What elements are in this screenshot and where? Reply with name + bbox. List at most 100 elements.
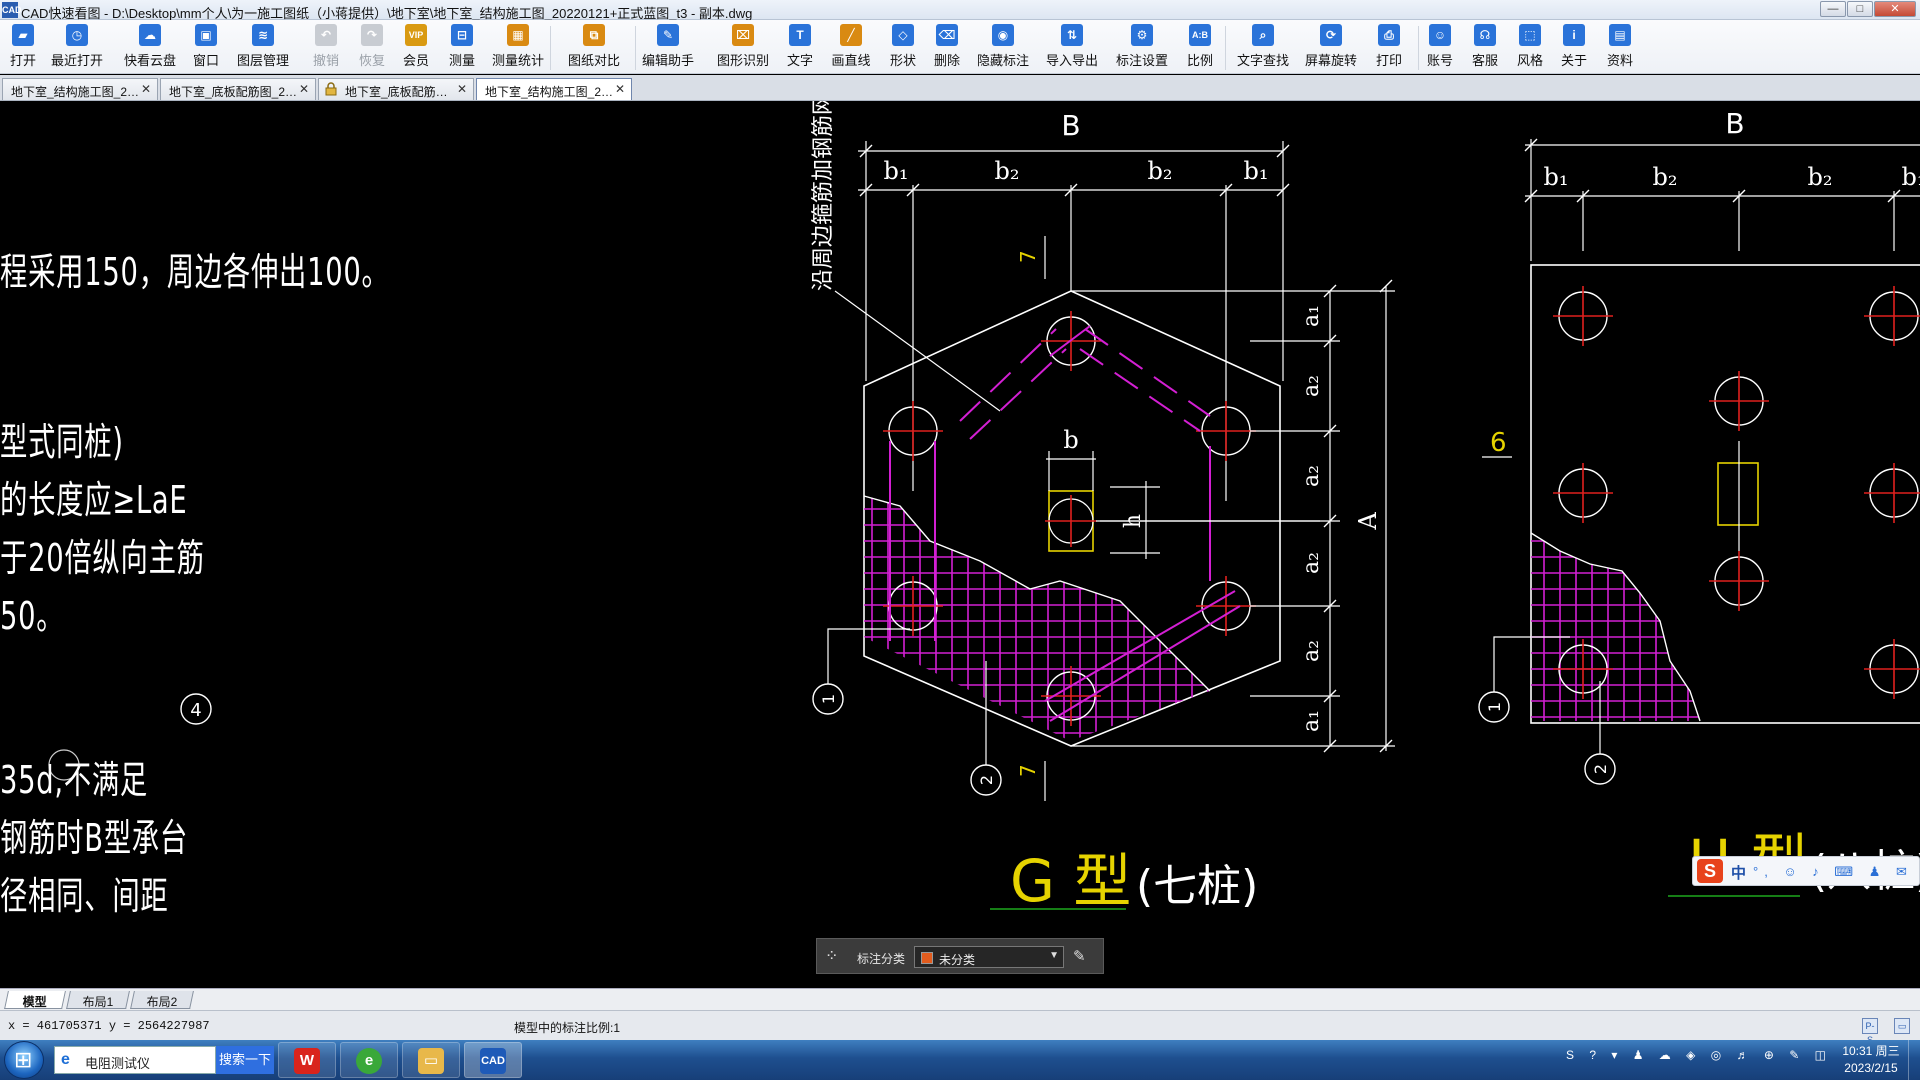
svg-text:2: 2 (977, 775, 996, 785)
toolbar-button-ruler[interactable]: ⊟ 测量 (444, 24, 480, 72)
toolbar-label: 测量统计 (491, 53, 544, 68)
toolbar-button-shape[interactable]: ◇ 形状 (885, 24, 921, 72)
toolbar-label: 图层管理 (236, 53, 289, 68)
toolbar-button-style[interactable]: ⬚ 风格 (1512, 24, 1548, 72)
toolbar-button-docs[interactable]: ▤ 资料 (1602, 24, 1638, 72)
toolbar-button-layers[interactable]: ≋ 图层管理 (232, 24, 294, 72)
toolbar-button-compare[interactable]: ⧉ 图纸对比 (563, 24, 625, 72)
docs-icon: ▤ (1609, 24, 1631, 46)
toolbar-label: 资料 (1606, 53, 1633, 68)
toolbar-button-redo[interactable]: ↷ 恢复 (354, 24, 390, 72)
toolbar-button-annotation-settings[interactable]: ⚙ 标注设置 (1111, 24, 1173, 72)
layers-icon: ≋ (252, 24, 274, 46)
chevron-down-icon: ▼ (1049, 950, 1059, 961)
toolbar-button-eraser[interactable]: ⌫ 删除 (929, 24, 965, 72)
tab-close-icon[interactable]: ✕ (615, 82, 625, 96)
toolbar-button-headset[interactable]: ☊ 客服 (1467, 24, 1503, 72)
tab-layout1[interactable]: 布局1 (66, 991, 130, 1009)
ime-tool-icons[interactable]: °, ☺ ♪ ⌨ ♟ ✉ ⊞ (1753, 864, 1920, 880)
toolbar-button-text[interactable]: T 文字 (782, 24, 818, 72)
tab-label: 地下室_底板配筋… (345, 85, 448, 99)
explorer-app[interactable]: ▭ (402, 1042, 460, 1078)
toolbar-button-rotate[interactable]: ⟳ 屏幕旋转 (1300, 24, 1362, 72)
snap-toggle-icon[interactable]: P-S (1862, 1018, 1878, 1045)
detail-marker-circle (48, 749, 80, 781)
folder-icon: ▭ (418, 1048, 444, 1074)
lock-icon (325, 82, 337, 96)
vip-icon: VIP (405, 24, 427, 46)
clock[interactable]: 10:31 周三 2023/2/15 (1836, 1043, 1906, 1077)
svg-text:a₂: a₂ (1299, 552, 1324, 574)
toolbar-label: 画直线 (831, 53, 871, 68)
toolbar-button-folder[interactable]: ▰ 打开 (5, 24, 41, 72)
category-grid-icon[interactable]: ⁘ (825, 948, 843, 966)
search-button[interactable]: 搜索一下 (216, 1046, 274, 1074)
drawing-canvas[interactable]: 程采用150，周边各伸出100。 型式同桩) 的长度应≥LaE 于20倍纵向主筋… (0, 101, 1920, 988)
toolbar-button-eye-hide[interactable]: ◉ 隐藏标注 (972, 24, 1034, 72)
svg-text:a₂: a₂ (1299, 375, 1324, 397)
toolbar-button-text-search[interactable]: ⌕ 文字查找 (1232, 24, 1294, 72)
show-desktop-button[interactable] (1908, 1040, 1920, 1080)
toolbar-button-scale[interactable]: A:B 比例 (1182, 24, 1218, 72)
maximize-button[interactable]: □ (1847, 1, 1873, 17)
document-tab[interactable]: 地下室_结构施工图_2… ✕ (2, 78, 158, 100)
pile-cap-h-type: B b₁ b₂ b₂ b₁ (1478, 107, 1920, 897)
cursor-coordinates: x = 461705371 y = 2564227987 (8, 1019, 210, 1033)
cad-drawing: 4 B b₁ b₂ b₂ b₁ 沿周边箍筋加钢筋网 2Φ16 b h a₁ a₂… (48, 101, 1920, 915)
browser-app[interactable]: e (340, 1042, 398, 1078)
taskbar-search-input[interactable]: e 电阻测试仪 (54, 1046, 216, 1074)
toolbar-label: 测量 (448, 53, 475, 68)
tab-layout2[interactable]: 布局2 (130, 991, 194, 1009)
toolbar-button-user[interactable]: ☺ 账号 (1422, 24, 1458, 72)
selected-category: 未分类 (939, 953, 976, 967)
svg-text:b₁: b₁ (884, 157, 909, 185)
detail-marker: 4 (180, 693, 212, 725)
toolbar-button-edit-assistant[interactable]: ✎ 编辑助手 (637, 24, 699, 72)
sogou-logo-icon[interactable]: S (1697, 859, 1723, 883)
shape-icon: ◇ (892, 24, 914, 46)
toolbar-button-shape-recognition[interactable]: ⌧ 图形识别 (712, 24, 774, 72)
ime-toolbar: S 中 °, ☺ ♪ ⌨ ♟ ✉ ⊞ (1692, 856, 1920, 886)
toolbar-label: 图纸对比 (567, 53, 620, 68)
tab-close-icon[interactable]: ✕ (457, 82, 467, 96)
tab-close-icon[interactable]: ✕ (299, 82, 309, 96)
toolbar-button-vip[interactable]: VIP 会员 (398, 24, 434, 72)
toolbar-separator (635, 26, 636, 70)
toolbar-button-printer[interactable]: ⎙ 打印 (1371, 24, 1407, 72)
ime-mode-toggle[interactable]: 中 (1731, 862, 1746, 883)
minimize-button[interactable]: — (1820, 1, 1846, 17)
document-tab[interactable]: 地下室_底板配筋… ✕ (318, 78, 474, 100)
toolbar-button-undo[interactable]: ↶ 撤销 (308, 24, 344, 72)
ruler-icon: ⊟ (451, 24, 473, 46)
system-tray[interactable]: S ? ▾ ♟ ☁ ◈ ◎ ♬ ⊕ ✎ ◫ (1566, 1048, 1832, 1072)
start-button[interactable] (4, 1041, 44, 1079)
toolbar-label: 关于 (1560, 53, 1587, 68)
toolbar-label: 打开 (9, 53, 36, 68)
toolbar-button-info[interactable]: i 关于 (1556, 24, 1592, 72)
toolbar-button-window[interactable]: ▣ 窗口 (188, 24, 224, 72)
toolbar-button-clock[interactable]: ◷ 最近打开 (46, 24, 108, 72)
annotation-category-select[interactable]: 未分类 ▼ (914, 946, 1064, 968)
toolbar-button-import-export[interactable]: ⇅ 导入导出 (1041, 24, 1103, 72)
document-tab[interactable]: 地下室_底板配筋图_2… ✕ (160, 78, 316, 100)
edit-icon[interactable]: ✎ (1073, 947, 1095, 967)
info-icon: i (1563, 24, 1585, 46)
document-tab-active[interactable]: 地下室_结构施工图_2… ✕ (476, 78, 632, 100)
toolbar-button-measure-stats[interactable]: ▦ 测量统计 (487, 24, 549, 72)
fullscreen-icon[interactable]: ▭ (1894, 1018, 1910, 1034)
toolbar-button-cloud[interactable]: ☁ 快看云盘 (119, 24, 181, 72)
tab-model[interactable]: 模型 (4, 991, 66, 1009)
eye-hide-icon: ◉ (992, 24, 1014, 46)
close-button[interactable]: ✕ (1874, 1, 1916, 17)
wps-app[interactable]: W (278, 1042, 336, 1078)
tab-close-icon[interactable]: ✕ (141, 82, 151, 96)
toolbar-label: 图形识别 (716, 53, 769, 68)
svg-text:7: 7 (1016, 250, 1040, 263)
svg-text:b: b (1063, 426, 1078, 454)
toolbar-button-line[interactable]: ╱ 画直线 (827, 24, 875, 72)
measure-stats-icon: ▦ (507, 24, 529, 46)
svg-text:b₂: b₂ (1148, 157, 1173, 185)
cad-app[interactable]: CAD (464, 1042, 522, 1078)
wps-icon: W (294, 1048, 320, 1074)
eraser-icon: ⌫ (936, 24, 958, 46)
